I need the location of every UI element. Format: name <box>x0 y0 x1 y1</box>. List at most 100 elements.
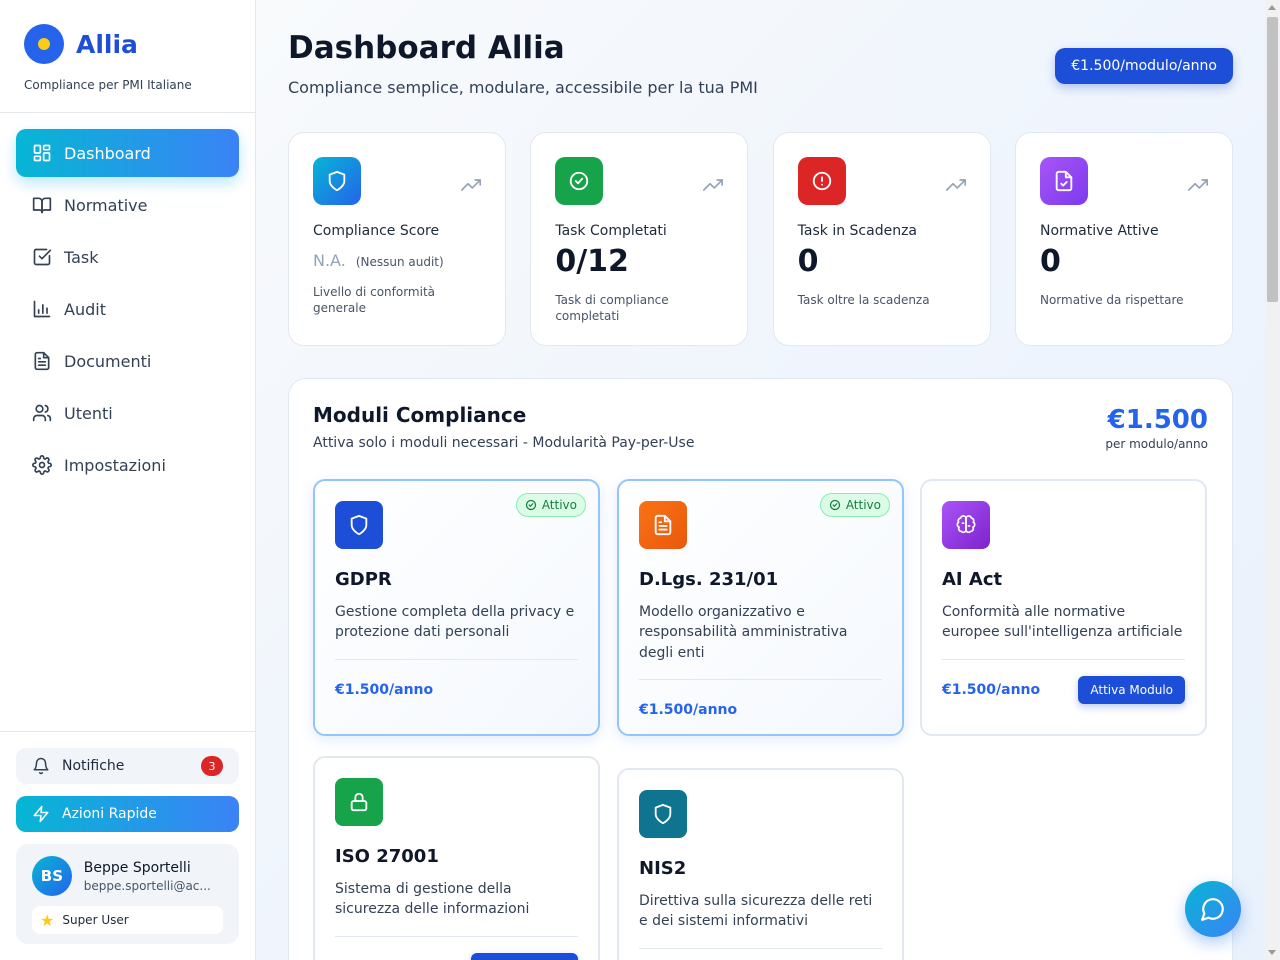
brain-icon <box>942 501 990 549</box>
stat-value: 0/12 <box>555 244 629 279</box>
module-card-iso-27001[interactable]: ISO 27001 Sistema di gestione della sicu… <box>313 756 600 960</box>
document-icon <box>34 351 50 371</box>
scroll-down-arrow[interactable] <box>1268 950 1276 955</box>
divider <box>335 658 578 660</box>
module-name: D.Lgs. 231/01 <box>639 569 779 590</box>
modules-subtitle: Attiva solo i moduli necessari - Modular… <box>313 435 695 451</box>
brand-name: Allia <box>76 29 138 59</box>
user-card[interactable]: BS Beppe Sportelli beppe.sportelli@ac...… <box>16 844 239 944</box>
sidebar-footer: Notifiche 3 Azioni Rapide BS Beppe Sport… <box>0 731 255 944</box>
trending-up-icon <box>703 179 724 191</box>
star-icon: ★ <box>40 910 55 930</box>
page-title: Dashboard Allia <box>288 30 565 66</box>
pricing-button[interactable]: €1.500/modulo/anno <box>1055 48 1233 84</box>
sidebar-item-label: Audit <box>64 299 106 319</box>
sidebar-item-normative[interactable]: Normative <box>16 181 239 229</box>
module-description: Gestione completa della privacy e protez… <box>335 604 575 641</box>
bell-icon <box>33 757 49 775</box>
stat-label: Task Completati <box>555 223 667 239</box>
activate-module-button[interactable]: Attiva Modulo <box>1078 675 1185 704</box>
active-badge: Attivo <box>819 493 890 517</box>
activate-module-button[interactable]: Attiva Modulo <box>471 952 578 960</box>
sidebar-item-utenti[interactable]: Utenti <box>16 389 239 437</box>
document-icon <box>639 501 687 549</box>
module-card-nis2[interactable]: NIS2 Direttiva sulla sicurezza delle ret… <box>617 768 904 960</box>
stat-value: 0 <box>797 244 819 279</box>
lock-icon <box>335 778 383 826</box>
stat-description: Task di compliance completati <box>555 293 669 324</box>
page-subtitle: Compliance semplice, modulare, accessibi… <box>288 78 758 97</box>
sidebar-item-label: Normative <box>64 195 148 215</box>
page-scrollbar[interactable] <box>1265 0 1280 960</box>
module-card-dlgs-231[interactable]: Attivo D.Lgs. 231/01 Modello organizzati… <box>617 479 904 736</box>
shield-icon <box>639 790 687 838</box>
trending-up-icon <box>945 179 966 191</box>
module-name: NIS2 <box>639 858 687 879</box>
module-description: Modello organizzativo e responsabilità a… <box>639 604 848 661</box>
notifications-count-badge: 3 <box>201 756 223 776</box>
users-icon <box>32 404 52 422</box>
module-name: ISO 27001 <box>335 846 439 867</box>
quick-actions-label: Azioni Rapide <box>62 806 157 822</box>
sidebar-nav: Dashboard Normative Task Audit Documenti… <box>0 113 255 489</box>
stat-value: N.A. <box>313 251 346 270</box>
module-cost: €1.500/anno <box>335 681 434 698</box>
bar-chart-icon <box>33 300 51 318</box>
stat-label: Normative Attive <box>1039 223 1159 239</box>
alert-circle-icon <box>797 157 846 205</box>
user-email: beppe.sportelli@ac... <box>83 878 211 893</box>
check-circle-icon <box>525 499 536 511</box>
chat-button[interactable] <box>1185 881 1241 937</box>
scrollbar-thumb[interactable] <box>1267 17 1278 302</box>
sidebar-item-label: Task <box>64 247 99 267</box>
shield-icon <box>313 157 361 205</box>
logo-icon <box>24 24 64 64</box>
sidebar-item-audit[interactable]: Audit <box>16 285 239 333</box>
module-cost: €1.500/anno <box>942 681 1041 698</box>
user-name: Beppe Sportelli <box>83 859 191 876</box>
stat-card-task-in-scadenza: Task in Scadenza 0 Task oltre la scadenz… <box>772 132 991 346</box>
active-badge-label: Attivo <box>541 498 577 512</box>
sidebar-item-impostazioni[interactable]: Impostazioni <box>16 441 239 489</box>
module-cost: €1.500/anno <box>639 701 738 718</box>
gear-icon <box>32 455 52 475</box>
stat-description: Task oltre la scadenza <box>797 293 930 307</box>
stat-card-compliance-score: Compliance Score N.A. (Nessun audit) Liv… <box>288 132 506 346</box>
check-circle-icon <box>829 499 840 511</box>
module-description: Conformità alle normative europee sull'i… <box>942 604 1183 641</box>
brand: Allia Compliance per PMI Italiane <box>0 0 255 113</box>
check-circle-icon <box>555 157 604 205</box>
notifications-button[interactable]: Notifiche 3 <box>16 748 239 784</box>
chat-bubble-icon <box>1201 898 1224 921</box>
user-role-badge: ★ Super User <box>32 906 223 934</box>
stat-note: (Nessun audit) <box>355 255 444 269</box>
brand-subtitle: Compliance per PMI Italiane <box>24 78 192 92</box>
file-check-icon <box>1039 157 1088 205</box>
sidebar-item-dashboard[interactable]: Dashboard <box>16 129 239 177</box>
sidebar-item-task[interactable]: Task <box>16 233 239 281</box>
module-card-gdpr[interactable]: Attivo GDPR Gestione completa della priv… <box>313 479 600 736</box>
module-name: AI Act <box>942 569 1003 590</box>
trending-up-icon <box>1187 179 1208 191</box>
user-role-label: Super User <box>62 913 129 927</box>
stat-label: Task in Scadenza <box>797 223 917 239</box>
stat-value: 0 <box>1039 244 1061 279</box>
modules-title: Moduli Compliance <box>313 403 527 427</box>
divider <box>639 678 882 680</box>
sidebar-item-label: Impostazioni <box>64 455 166 475</box>
trending-up-icon <box>461 179 481 191</box>
avatar: BS <box>32 856 72 896</box>
checkbox-icon <box>33 248 52 266</box>
quick-actions-button[interactable]: Azioni Rapide <box>16 796 239 832</box>
sidebar-item-label: Utenti <box>64 403 113 423</box>
stat-description: Livello di conformità generale <box>313 285 436 316</box>
stats-row: Compliance Score N.A. (Nessun audit) Liv… <box>288 132 1233 346</box>
module-card-ai-act[interactable]: AI Act Conformità alle normative europee… <box>920 479 1207 736</box>
active-badge: Attivo <box>515 493 586 517</box>
active-badge-label: Attivo <box>845 498 881 512</box>
sidebar-item-documenti[interactable]: Documenti <box>16 337 239 385</box>
scroll-up-arrow[interactable] <box>1268 5 1276 10</box>
divider <box>335 935 578 937</box>
book-icon <box>32 197 52 214</box>
stat-card-task-completati: Task Completati 0/12 Task di compliance … <box>530 132 749 346</box>
